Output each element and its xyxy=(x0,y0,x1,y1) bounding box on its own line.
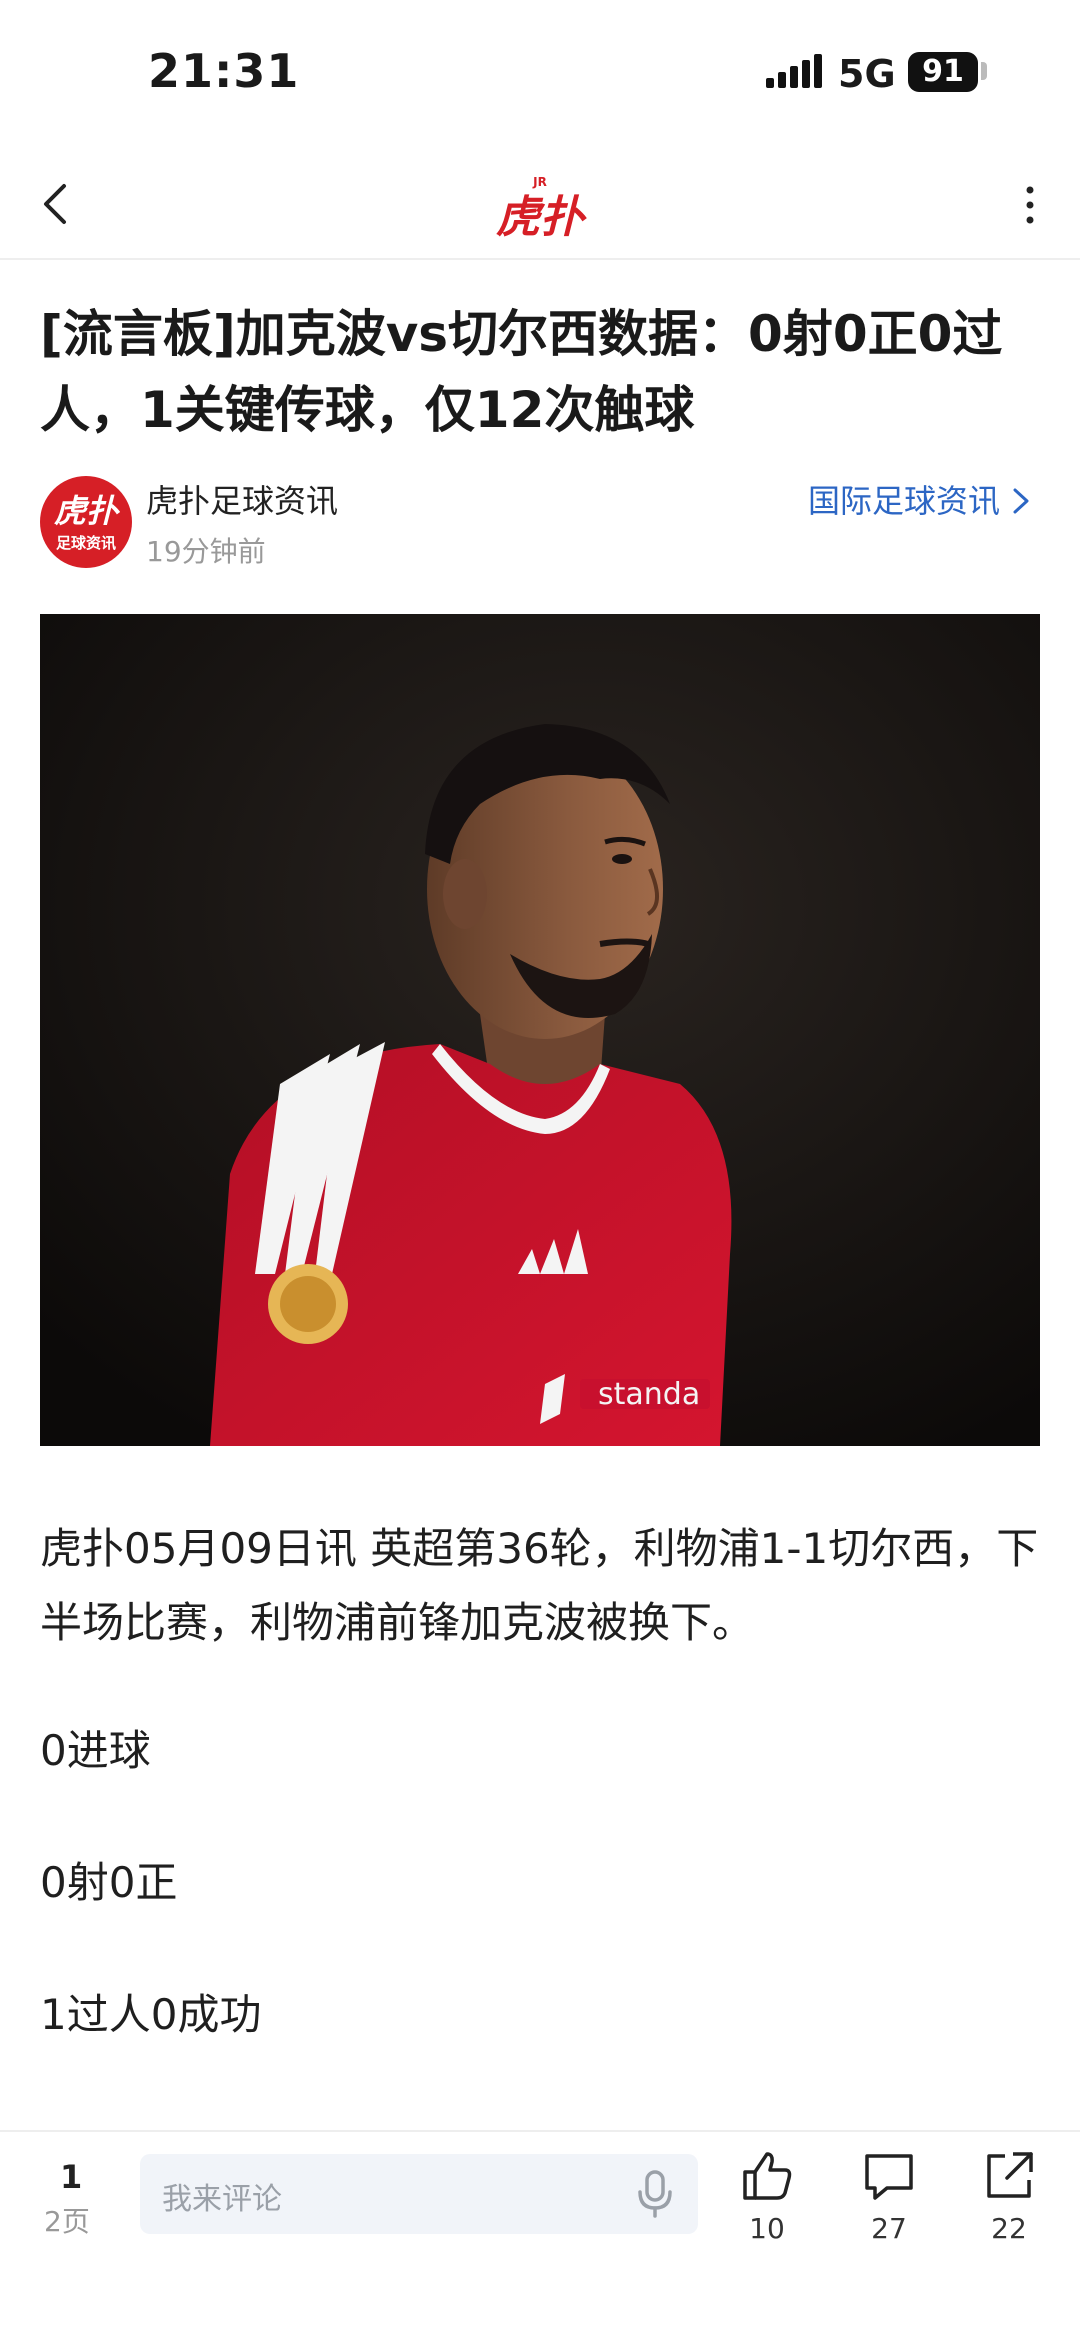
svg-text:standa: standa xyxy=(598,1377,700,1412)
comment-button[interactable]: 27 xyxy=(844,2148,934,2258)
share-button[interactable]: 22 xyxy=(964,2148,1054,2258)
status-time: 21:31 xyxy=(148,44,300,98)
battery-tip xyxy=(981,62,987,80)
like-button[interactable]: 10 xyxy=(722,2148,812,2258)
back-arrow-icon[interactable] xyxy=(30,176,86,232)
svg-text:虎扑: 虎扑 xyxy=(496,192,587,242)
comment-input[interactable]: 我来评论 xyxy=(140,2154,698,2234)
microphone-icon[interactable] xyxy=(630,2168,680,2220)
article-paragraph: 虎扑05月09日讯 英超第36轮，利物浦1-1切尔西，下半场比赛，利物浦前锋加克… xyxy=(40,1524,1039,1647)
author-avatar[interactable]: 虎扑 足球资讯 xyxy=(40,476,132,568)
channel-link[interactable]: 国际足球资讯 xyxy=(808,476,1032,522)
avatar-text-sub: 足球资讯 xyxy=(55,534,116,552)
publish-time: 19分钟前 xyxy=(146,535,266,568)
bottom-bar: 1 2页 我来评论 10 27 22 xyxy=(0,2130,1080,2342)
author-name[interactable]: 虎扑足球资讯 xyxy=(146,476,338,522)
svg-text:JR: JR xyxy=(532,175,547,189)
chevron-right-icon xyxy=(1010,482,1032,520)
share-count: 22 xyxy=(991,2212,1027,2245)
share-icon xyxy=(987,2152,1033,2198)
channel-label: 国际足球资讯 xyxy=(807,482,1000,520)
article-paragraph: 0射0正 xyxy=(40,1858,178,1907)
comment-icon xyxy=(865,2154,913,2200)
avatar-text-main: 虎扑 xyxy=(53,492,118,530)
comment-count: 27 xyxy=(871,2212,907,2245)
page-total[interactable]: 2页 xyxy=(44,2200,90,2240)
like-count: 10 xyxy=(749,2212,785,2245)
more-options-icon[interactable] xyxy=(1010,180,1050,230)
article-paragraph: 0进球 xyxy=(40,1726,151,1775)
article-title: [流言板]加克波vs切尔西数据：0射0正0过人，1关键传球，仅12次触球 xyxy=(40,305,1003,439)
comment-placeholder: 我来评论 xyxy=(162,2182,282,2217)
status-bar: 21:31 5G 91 xyxy=(0,0,1080,150)
battery-icon: 91 xyxy=(908,52,978,92)
player-photo-illustration: standa xyxy=(40,614,1040,1446)
page-current[interactable]: 1 xyxy=(60,2158,82,2196)
article-paragraph: 1过人0成功 xyxy=(40,1990,262,2039)
network-type: 5G xyxy=(838,52,896,96)
nav-bar: JR 虎扑 xyxy=(0,150,1080,260)
thumbs-up-icon xyxy=(743,2152,792,2200)
hupu-logo: JR 虎扑 xyxy=(496,175,587,242)
signal-icon xyxy=(766,54,822,88)
article-photo[interactable]: standa xyxy=(40,614,1040,1446)
author-row: 虎扑 足球资讯 虎扑足球资讯 19分钟前 国际足球资讯 xyxy=(40,472,1040,572)
